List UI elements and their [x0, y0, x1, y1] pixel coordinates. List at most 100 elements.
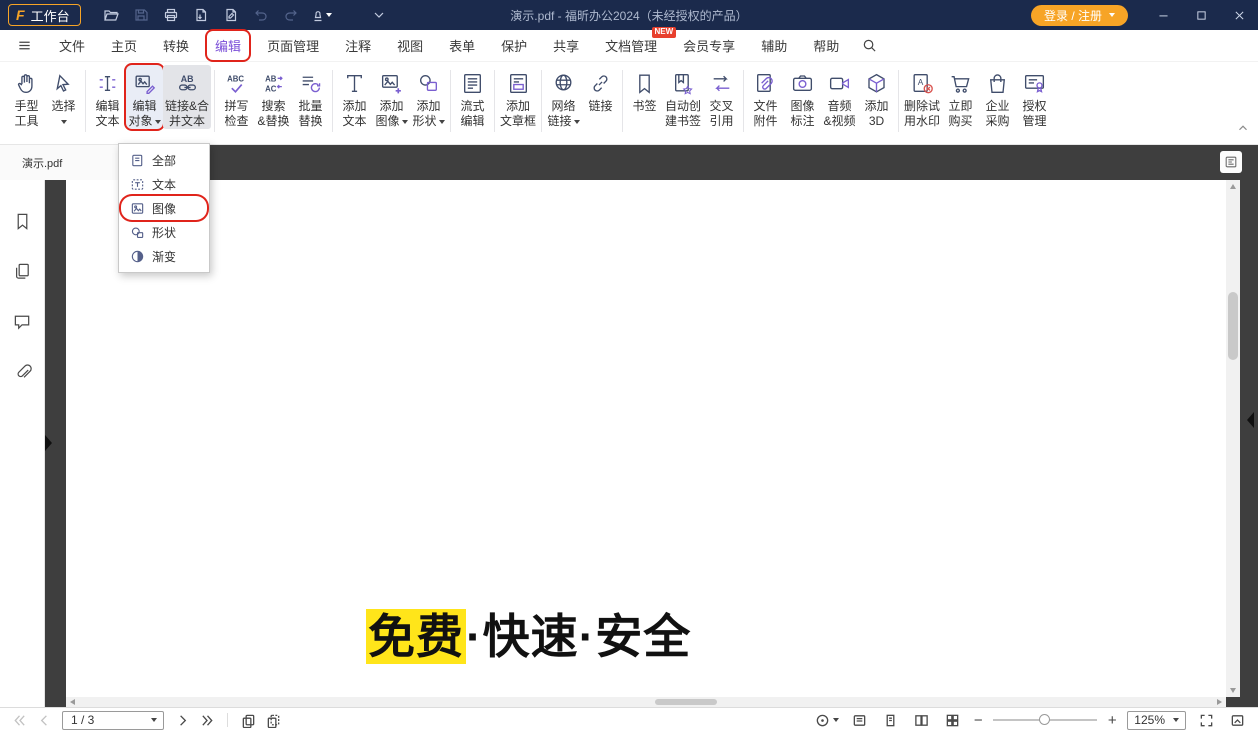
dropdown-item-shape[interactable]: 形状 [121, 220, 207, 244]
add-shape-button[interactable]: 添加 形状 [410, 65, 447, 129]
view-options-button[interactable] [815, 713, 839, 728]
audio-video-button[interactable]: 音频 &视频 [821, 65, 858, 129]
batch-replace-button[interactable]: 批量 替换 [292, 65, 329, 129]
thumbnail-grid-view-button[interactable] [941, 710, 963, 730]
menu-item-comment[interactable]: 注释 [337, 31, 379, 60]
customize-toolbar-button[interactable] [365, 3, 393, 27]
vertical-scroll-thumb[interactable] [1228, 292, 1238, 360]
image-annotation-button[interactable]: 图像 标注 [784, 65, 821, 129]
spell-check-button[interactable]: ABC 拼写 检查 [218, 65, 255, 129]
menu-hamburger-button[interactable] [12, 34, 36, 58]
first-page-button[interactable] [8, 710, 30, 730]
sidebar-expand-handle[interactable] [45, 435, 52, 451]
select-button[interactable]: 选择 [45, 65, 82, 129]
attachments-panel-button[interactable] [9, 358, 35, 384]
zoom-slider[interactable] [993, 719, 1097, 721]
bookmarks-panel-button[interactable] [9, 208, 35, 234]
save-button[interactable] [127, 3, 155, 27]
scroll-right-arrow[interactable] [1217, 699, 1222, 705]
scroll-up-arrow[interactable] [1230, 184, 1236, 189]
flow-edit-button[interactable]: 流式 编辑 [454, 65, 491, 129]
menubar-search-button[interactable] [856, 34, 882, 58]
last-page-button[interactable] [196, 710, 218, 730]
right-panel-expand-handle[interactable] [1247, 412, 1254, 428]
maximize-button[interactable] [1182, 0, 1220, 30]
page-number-input[interactable]: 1 / 3 [62, 711, 164, 730]
hand-tool-button[interactable]: 手型 工具 [8, 65, 45, 129]
close-button[interactable] [1220, 0, 1258, 30]
menu-item-edit[interactable]: 编辑 [207, 31, 249, 60]
link-merge-text-button[interactable]: AB 链接&合 并文本 [163, 65, 211, 129]
cross-reference-button[interactable]: 交叉 引用 [703, 65, 740, 129]
zoom-out-button[interactable]: − [972, 713, 984, 728]
redo-button[interactable] [277, 3, 305, 27]
add-article-box-button[interactable]: 添加 文章框 [498, 65, 538, 129]
undo-button[interactable] [247, 3, 275, 27]
pdf-page[interactable]: 免费·快速·安全 [66, 180, 1226, 697]
previous-page-button[interactable] [33, 710, 55, 730]
single-page-view-button[interactable] [879, 710, 901, 730]
fullscreen-button[interactable] [1226, 710, 1248, 730]
zoom-slider-thumb[interactable] [1039, 714, 1050, 725]
ribbon-group-tools: 手型 工具 选择 [8, 65, 82, 129]
duplicate-page-button[interactable] [262, 710, 284, 730]
minimize-button[interactable] [1144, 0, 1182, 30]
workspace-button[interactable]: F 工作台 [8, 4, 81, 26]
export-pdf-button[interactable] [187, 3, 215, 27]
page-layout-panel-button[interactable] [1220, 151, 1242, 173]
scroll-left-arrow[interactable] [70, 699, 75, 705]
enterprise-purchase-button[interactable]: 企业 采购 [979, 65, 1016, 129]
web-link-button[interactable]: 网络 链接 [545, 65, 582, 129]
collapse-ribbon-button[interactable] [1236, 121, 1250, 140]
stamp-sign-button[interactable] [307, 3, 335, 27]
open-file-button[interactable] [97, 3, 125, 27]
edit-text-button[interactable]: 编辑 文本 [89, 65, 126, 129]
search-replace-button[interactable]: ABAC 搜索 &替换 [255, 65, 292, 129]
print-button[interactable] [157, 3, 185, 27]
add-3d-button[interactable]: 添加 3D [858, 65, 895, 129]
edit-object-button[interactable]: 编辑 对象 全部 文本 图像 [126, 65, 163, 129]
document-area[interactable]: 免费·快速·安全 [45, 180, 1258, 707]
reading-mode-button[interactable] [848, 710, 870, 730]
buy-now-button[interactable]: 立即 购买 [942, 65, 979, 129]
comments-panel-button[interactable] [9, 308, 35, 334]
add-text-button[interactable]: 添加 文本 [336, 65, 373, 129]
zoom-level-select[interactable]: 125% [1127, 711, 1186, 730]
horizontal-scroll-thumb[interactable] [655, 699, 717, 705]
search-icon [862, 38, 877, 53]
bookmark-button[interactable]: 书签 [626, 65, 663, 129]
menu-item-document-management[interactable]: 文档管理NEW [597, 31, 665, 60]
menu-item-member-exclusive[interactable]: 会员专享 [675, 31, 743, 60]
scroll-down-arrow[interactable] [1230, 688, 1236, 693]
menu-item-page-management[interactable]: 页面管理 [259, 31, 327, 60]
link-button[interactable]: 链接 [582, 65, 619, 129]
dropdown-item-gradient[interactable]: 渐变 [121, 244, 207, 268]
menu-item-assist[interactable]: 辅助 [753, 31, 795, 60]
next-page-button[interactable] [171, 710, 193, 730]
menu-item-convert[interactable]: 转换 [155, 31, 197, 60]
create-pdf-button[interactable] [217, 3, 245, 27]
auto-create-bookmark-button[interactable]: 自动创 建书签 [663, 65, 703, 129]
menu-item-protect[interactable]: 保护 [493, 31, 535, 60]
menu-item-home[interactable]: 主页 [103, 31, 145, 60]
facing-pages-view-button[interactable] [910, 710, 932, 730]
login-register-button[interactable]: 登录 / 注册 [1031, 5, 1128, 26]
remove-trial-watermark-button[interactable]: A 删除试 用水印 [902, 65, 942, 129]
page-thumbnails-panel-button[interactable] [9, 258, 35, 284]
dropdown-item-image[interactable]: 图像 [121, 196, 207, 220]
fit-page-button[interactable] [1195, 710, 1217, 730]
vertical-scrollbar[interactable] [1226, 180, 1240, 697]
menu-item-form[interactable]: 表单 [441, 31, 483, 60]
dropdown-item-text[interactable]: 文本 [121, 172, 207, 196]
menu-item-file[interactable]: 文件 [51, 31, 93, 60]
horizontal-scrollbar[interactable] [66, 697, 1226, 707]
menu-item-share[interactable]: 共享 [545, 31, 587, 60]
menu-item-help[interactable]: 帮助 [805, 31, 847, 60]
license-management-button[interactable]: 授权 管理 [1016, 65, 1053, 129]
add-image-button[interactable]: 添加 图像 [373, 65, 410, 129]
dropdown-item-all[interactable]: 全部 [121, 148, 207, 172]
copy-page-button[interactable] [237, 710, 259, 730]
file-attachment-button[interactable]: 文件 附件 [747, 65, 784, 129]
menu-item-view[interactable]: 视图 [389, 31, 431, 60]
zoom-in-button[interactable]: + [1106, 713, 1118, 728]
